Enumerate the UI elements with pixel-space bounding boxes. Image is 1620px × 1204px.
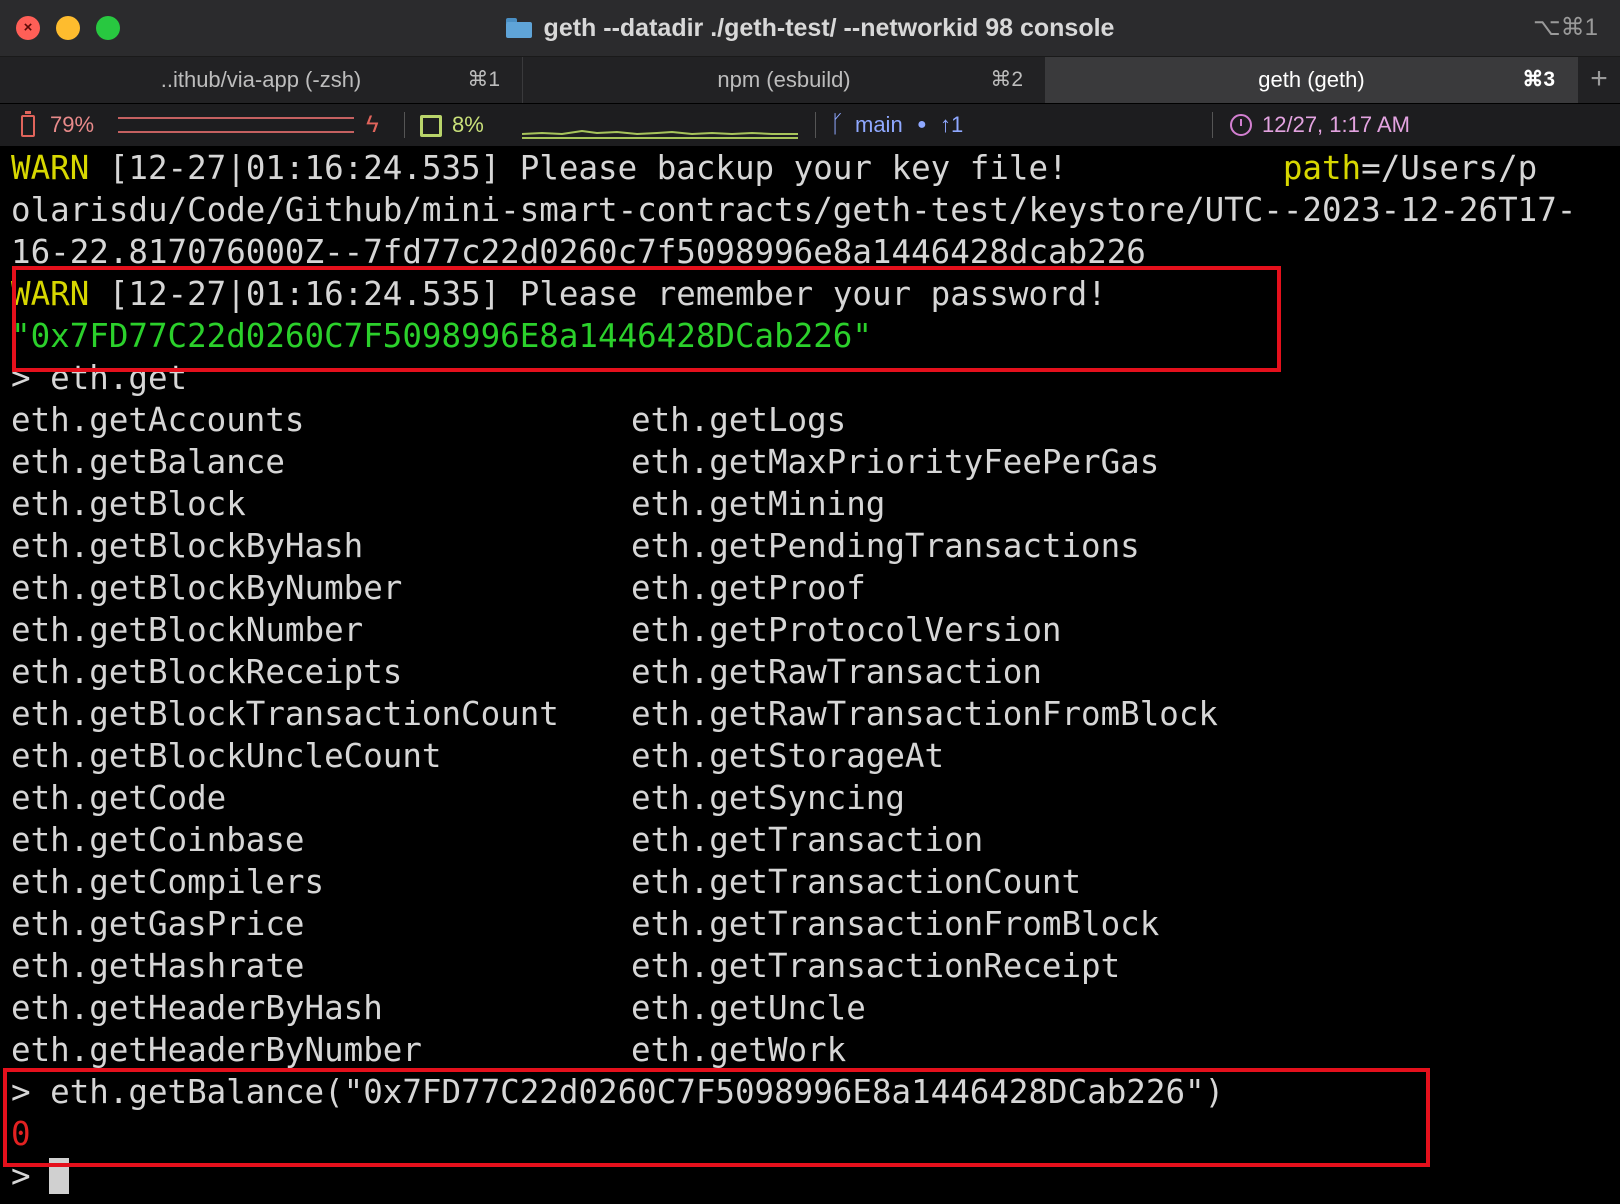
completion-item: eth.getBlockByNumber (11, 569, 403, 607)
log-path-key: path (1282, 149, 1362, 187)
completion-item: eth.getRawTransactionFromBlock (631, 695, 1218, 733)
warn-backup-path-cont: olarisdu/Code/Github/mini-smart-contract… (11, 191, 1577, 229)
tab-bar: ..ithub/via-app (-zsh) ⌘1 npm (esbuild) … (0, 57, 1620, 103)
completion-item: eth.getHeaderByNumber (11, 1031, 422, 1069)
completion-item: eth.getPendingTransactions (631, 527, 1140, 565)
completion-item: eth.getTransactionFromBlock (631, 905, 1160, 943)
new-tab-button[interactable]: + (1578, 57, 1620, 103)
folder-icon (505, 18, 532, 38)
completion-item: eth.getStorageAt (631, 737, 945, 775)
highlight-box-address (12, 266, 1281, 372)
tab-shortcut: ⌘2 (990, 68, 1023, 91)
highlight-box-balance (3, 1068, 1430, 1167)
git-branch: main (855, 112, 903, 137)
cpu-percent: 8% (452, 112, 484, 137)
completion-item: eth.getTransactionCount (631, 863, 1082, 901)
tab-shortcut: ⌘3 (1522, 68, 1555, 91)
completion-item: eth.getTransactionReceipt (631, 947, 1121, 985)
completion-item: eth.getHeaderByHash (11, 989, 383, 1027)
completion-item: eth.getHashrate (11, 947, 305, 985)
git-ahead-count: ↑1 (940, 112, 964, 137)
charging-bolt-icon: ϟ (366, 111, 379, 138)
tab-via-app[interactable]: ..ithub/via-app (-zsh) ⌘1 (0, 57, 523, 103)
tab-npm[interactable]: npm (esbuild) ⌘2 (523, 57, 1046, 103)
terminal-window: × geth --datadir ./geth-test/ --networki… (0, 0, 1620, 1204)
git-status-dot: ● (917, 116, 927, 133)
tab-label: ..ithub/via-app (-zsh) (160, 67, 362, 92)
window-shortcut: ⌥⌘1 (1532, 14, 1598, 41)
terminal-output[interactable]: WARN [12-27|01:16:24.535] Please backup … (0, 146, 1620, 1204)
completion-item: eth.getWork (631, 1031, 847, 1069)
tab-geth[interactable]: geth (geth) ⌘3 (1046, 57, 1578, 103)
battery-sparkline (118, 116, 354, 134)
log-message: [12-27|01:16:24.535] Please backup your … (89, 149, 1283, 187)
cpu-graph (522, 129, 798, 139)
completion-item: eth.getCoinbase (11, 821, 305, 859)
completion-item: eth.getTransaction (631, 821, 984, 859)
battery-percent: 79% (50, 112, 95, 137)
completion-item: eth.getBlockNumber (11, 611, 364, 649)
completion-item: eth.getSyncing (631, 779, 905, 817)
warn-backup-line: WARN [12-27|01:16:24.535] Please backup … (11, 147, 1537, 189)
window-title: geth --datadir ./geth-test/ --networkid … (0, 0, 1620, 56)
log-level: WARN (11, 149, 90, 187)
completion-item: eth.getProof (631, 569, 866, 607)
cpu-icon (420, 115, 442, 137)
log-path-value: =/Users/p (1361, 149, 1538, 187)
tab-label: geth (geth) (1258, 67, 1365, 92)
completion-item: eth.getCode (11, 779, 227, 817)
completion-item: eth.getProtocolVersion (631, 611, 1062, 649)
tab-shortcut: ⌘1 (467, 68, 500, 91)
completion-item: eth.getMaxPriorityFeePerGas (631, 443, 1160, 481)
completion-item: eth.getMining (631, 485, 886, 523)
completion-item: eth.getBlockByHash (11, 527, 364, 565)
completion-item: eth.getBlock (11, 485, 246, 523)
clock-icon (1230, 114, 1252, 136)
battery-icon (21, 111, 35, 137)
title-bar: × geth --datadir ./geth-test/ --networki… (0, 0, 1620, 57)
window-title-text: geth --datadir ./geth-test/ --networkid … (543, 13, 1115, 42)
status-bar: 79% ϟ 8% ᚴ main ● ↑1 12/27, 1:17 AM (0, 104, 1620, 146)
completion-item: eth.getBlockReceipts (11, 653, 403, 691)
completion-item: eth.getBlockTransactionCount (11, 695, 559, 733)
completion-item: eth.getRawTransaction (631, 653, 1042, 691)
status-datetime: 12/27, 1:17 AM (1262, 112, 1410, 137)
completion-item: eth.getBalance (11, 443, 285, 481)
tab-label: npm (esbuild) (717, 67, 851, 92)
completion-item: eth.getCompilers (11, 863, 325, 901)
git-branch-icon: ᚴ (830, 111, 845, 138)
completion-item: eth.getGasPrice (11, 905, 305, 943)
completion-item: eth.getUncle (631, 989, 866, 1027)
completion-item: eth.getLogs (631, 401, 847, 439)
completion-item: eth.getBlockUncleCount (11, 737, 442, 775)
completion-item: eth.getAccounts (11, 401, 305, 439)
